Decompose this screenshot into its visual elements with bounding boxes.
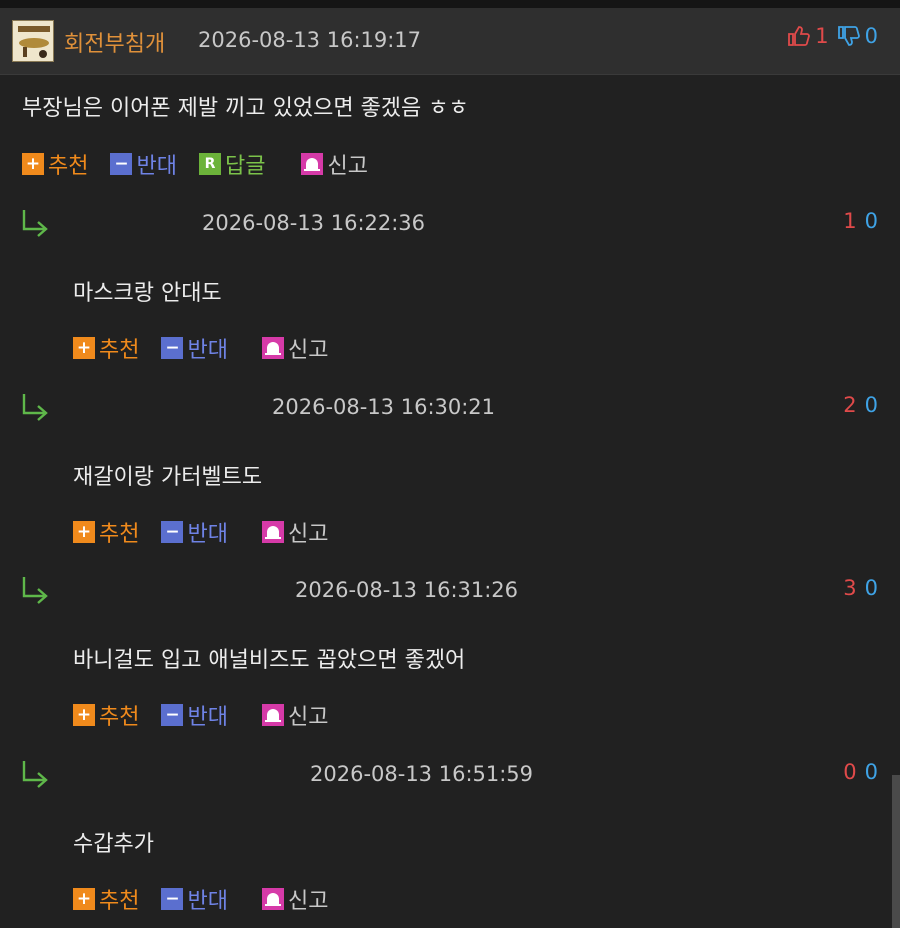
reply-upvote-count: 1 xyxy=(843,209,857,233)
nickname[interactable]: 회전부침개 xyxy=(64,26,165,58)
reply-arrow-icon xyxy=(22,577,48,604)
reply-label: 답글 xyxy=(224,154,266,179)
oppose-label: 반대 xyxy=(187,522,228,547)
oppose-label: 반대 xyxy=(187,338,228,363)
oppose-button[interactable]: − 반대 xyxy=(161,516,228,548)
reply-votes: 30 xyxy=(843,576,878,600)
scrollbar[interactable] xyxy=(892,775,900,928)
comment-text: 부장님은 이어폰 제발 끼고 있었으면 좋겠음 ㅎㅎ xyxy=(22,96,469,121)
report-button[interactable]: 신고 xyxy=(261,699,329,731)
siren-icon xyxy=(261,704,284,726)
minus-icon: − xyxy=(110,153,133,175)
reply-text: 마스크랑 안대도 xyxy=(73,281,222,306)
oppose-button[interactable]: − 반대 xyxy=(161,332,228,364)
report-label: 신고 xyxy=(287,889,329,914)
recommend-button[interactable]: + 추천 xyxy=(22,148,88,180)
reply-downvote-count: 0 xyxy=(864,393,878,417)
recommend-button[interactable]: + 추천 xyxy=(73,332,139,364)
reply-actions: + 추천 − 반대 신고 xyxy=(73,883,350,915)
reply-upvote-count: 2 xyxy=(843,393,857,417)
reply-votes: 20 xyxy=(843,393,878,417)
reply-date: 2026-08-13 16:22:36 xyxy=(202,211,426,235)
siren-icon xyxy=(301,153,324,175)
reply-date: 2026-08-13 16:31:26 xyxy=(295,578,519,602)
reply-actions: + 추천 − 반대 신고 xyxy=(73,516,350,548)
reply-arrow-icon xyxy=(22,394,48,421)
reply-date: 2026-08-13 16:51:59 xyxy=(310,762,534,786)
plus-icon: + xyxy=(22,153,44,175)
comment-date: 2026-08-13 16:19:17 xyxy=(198,28,422,52)
reply-icon: R xyxy=(198,153,221,175)
reply-button[interactable]: R 답글 xyxy=(198,148,266,180)
report-label: 신고 xyxy=(287,338,329,363)
oppose-button[interactable]: − 반대 xyxy=(161,883,228,915)
plus-icon: + xyxy=(73,888,95,910)
reply-text: 재갈이랑 가터벨트도 xyxy=(73,465,263,490)
reply-downvote-count: 0 xyxy=(864,209,878,233)
thumbs-down-icon[interactable] xyxy=(837,24,861,48)
siren-icon xyxy=(261,888,284,910)
plus-icon: + xyxy=(73,521,95,543)
recommend-button[interactable]: + 추천 xyxy=(73,883,139,915)
thumbs-up-icon[interactable] xyxy=(787,24,811,48)
reply-text: 바니걸도 입고 애널비즈도 꼽았으면 좋겠어 xyxy=(73,648,466,673)
downvote-count: 0 xyxy=(864,24,878,48)
oppose-label: 반대 xyxy=(187,705,228,730)
recommend-button[interactable]: + 추천 xyxy=(73,699,139,731)
reply-downvote-count: 0 xyxy=(864,760,878,784)
oppose-button[interactable]: − 반대 xyxy=(110,148,177,180)
oppose-button[interactable]: − 반대 xyxy=(161,699,228,731)
reply-votes: 00 xyxy=(843,760,878,784)
reply-actions: + 추천 − 반대 신고 xyxy=(73,699,350,731)
recommend-label: 추천 xyxy=(99,705,140,730)
plus-icon: + xyxy=(73,337,95,359)
recommend-button[interactable]: + 추천 xyxy=(73,516,139,548)
minus-icon: − xyxy=(161,337,184,359)
reply-upvote-count: 3 xyxy=(843,576,857,600)
minus-icon: − xyxy=(161,888,184,910)
minus-icon: − xyxy=(161,521,184,543)
top-border xyxy=(0,0,900,8)
report-button[interactable]: 신고 xyxy=(261,883,329,915)
plus-icon: + xyxy=(73,704,95,726)
avatar[interactable] xyxy=(12,20,54,62)
upvote-count: 1 xyxy=(815,24,829,48)
recommend-label: 추천 xyxy=(48,154,89,179)
reply-actions: + 추천 − 반대 신고 xyxy=(73,332,350,364)
siren-icon xyxy=(261,521,284,543)
oppose-label: 반대 xyxy=(136,154,177,179)
report-label: 신고 xyxy=(287,522,329,547)
reply-downvote-count: 0 xyxy=(864,576,878,600)
reply-votes: 10 xyxy=(843,209,878,233)
report-button[interactable]: 신고 xyxy=(261,516,329,548)
reply-text: 수갑추가 xyxy=(73,832,154,857)
minus-icon: − xyxy=(161,704,184,726)
reply-arrow-icon xyxy=(22,761,48,788)
comment-actions: + 추천 − 반대 R 답글 신고 xyxy=(22,148,390,180)
recommend-label: 추천 xyxy=(99,889,140,914)
report-label: 신고 xyxy=(327,154,368,179)
recommend-label: 추천 xyxy=(99,338,140,363)
siren-icon xyxy=(261,337,284,359)
report-button[interactable]: 신고 xyxy=(301,148,368,180)
report-button[interactable]: 신고 xyxy=(261,332,329,364)
report-label: 신고 xyxy=(287,705,329,730)
reply-arrow-icon xyxy=(22,210,48,237)
comment-header: 회전부침개 2026-08-13 16:19:17 1 0 xyxy=(0,8,900,75)
reply-date: 2026-08-13 16:30:21 xyxy=(272,395,496,419)
vote-counts: 1 0 xyxy=(787,24,878,48)
oppose-label: 반대 xyxy=(187,889,228,914)
recommend-label: 추천 xyxy=(99,522,140,547)
reply-upvote-count: 0 xyxy=(843,760,857,784)
